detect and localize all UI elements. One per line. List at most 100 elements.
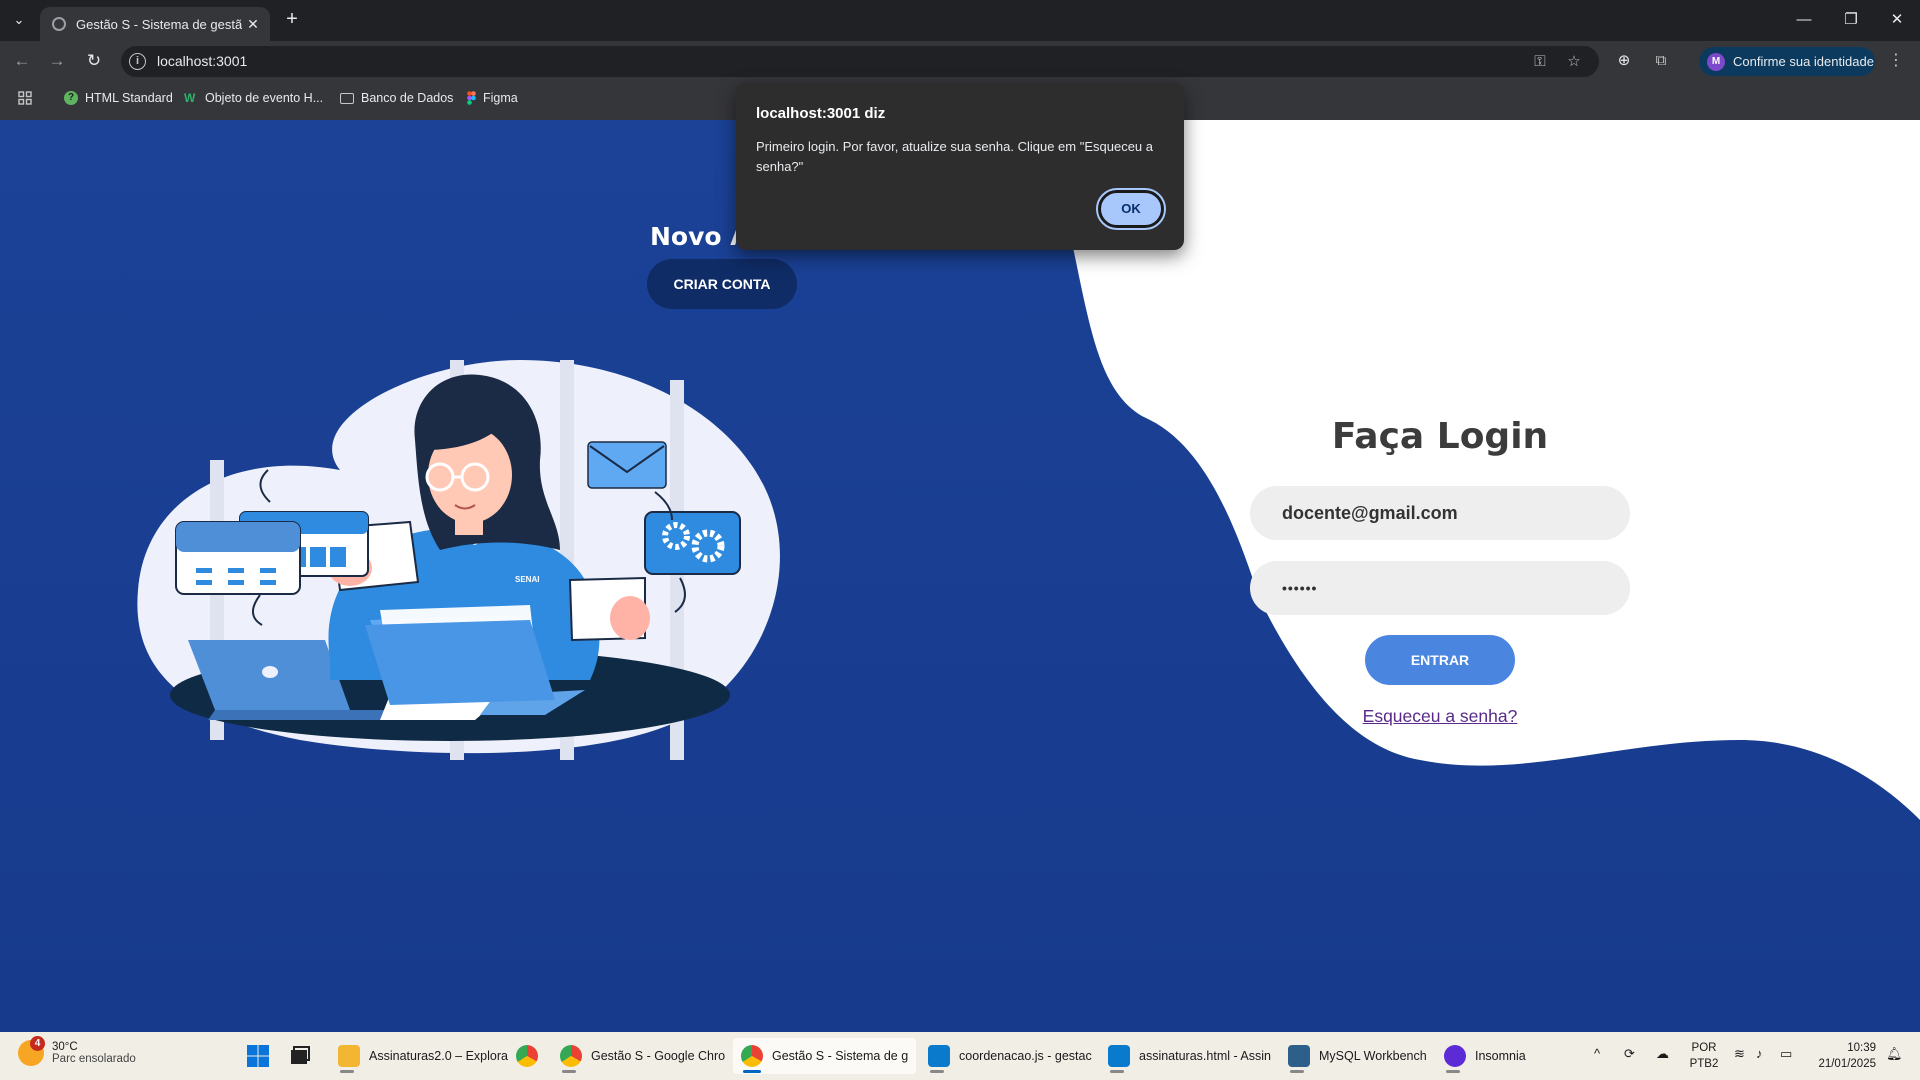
bookmark-label: Figma xyxy=(483,91,518,105)
folder-icon xyxy=(338,1045,360,1067)
new-account-title: Novo A xyxy=(650,222,750,251)
profile-label: Confirme sua identidade xyxy=(1733,54,1874,69)
avatar: M xyxy=(1707,52,1725,71)
window-close-icon[interactable]: ✕ xyxy=(1882,8,1912,32)
taskbar-app-vscode-2[interactable]: assinaturas.html - Assin xyxy=(1100,1038,1279,1074)
clock-time: 10:39 xyxy=(1847,1042,1876,1054)
login-title: Faça Login xyxy=(1331,416,1549,457)
running-indicator xyxy=(930,1070,944,1073)
weather-temp: 30°C xyxy=(52,1041,78,1053)
bookmark-html-standard[interactable]: ? HTML Standard xyxy=(64,91,173,105)
taskbar-app-label: Insomnia xyxy=(1475,1049,1526,1063)
taskbar-app-label: Gestão S - Google Chro xyxy=(591,1049,726,1063)
sync-icon[interactable]: ⟳ xyxy=(1624,1046,1635,1062)
apps-grid-icon[interactable] xyxy=(18,91,32,105)
forward-arrow-icon[interactable]: → xyxy=(45,49,69,73)
taskbar-app-insomnia[interactable]: Insomnia xyxy=(1436,1038,1534,1074)
running-indicator xyxy=(1290,1070,1304,1073)
start-button[interactable] xyxy=(238,1038,278,1074)
wifi-icon[interactable]: ≋ xyxy=(1734,1046,1745,1062)
site-info-icon[interactable]: i xyxy=(129,53,146,70)
tray-chevron-icon[interactable]: ^ xyxy=(1594,1046,1600,1061)
url-text[interactable]: localhost:3001 xyxy=(157,53,247,69)
chrome-profile-icon xyxy=(560,1045,582,1067)
windows-taskbar: 4 30°C Parc ensolarado Assinaturas2.0 – … xyxy=(0,1032,1920,1080)
running-indicator xyxy=(1446,1070,1460,1073)
create-account-button[interactable]: CRIAR CONTA xyxy=(647,259,797,309)
lang-line1: POR xyxy=(1691,1042,1717,1054)
dialog-message: Primeiro login. Por favor, atualize sua … xyxy=(756,139,1153,174)
browser-toolbar: ← → ↻ i localhost:3001 ⚿ ☆ ⊕ ⧉ M Confirm… xyxy=(0,41,1920,81)
help-circle-icon: ? xyxy=(64,91,78,105)
reload-icon[interactable]: ↻ xyxy=(82,49,106,73)
cloud-off-icon[interactable]: ☁ xyxy=(1656,1046,1669,1062)
dialog-title: localhost:3001 diz xyxy=(756,105,886,122)
task-view-icon xyxy=(291,1046,310,1064)
taskbar-app-mysql[interactable]: MySQL Workbench xyxy=(1280,1038,1435,1074)
email-field[interactable]: docente@gmail.com xyxy=(1250,486,1630,540)
bookmark-objeto-evento[interactable]: W Objeto de evento H... xyxy=(184,91,323,105)
extension-plus-icon[interactable]: ⊕ xyxy=(1613,50,1635,72)
tab-close-icon[interactable]: ✕ xyxy=(242,16,264,33)
illustration-badge: SENAI xyxy=(515,575,539,584)
minimize-icon[interactable]: — xyxy=(1789,8,1819,32)
language-indicator[interactable]: POR PTB2 xyxy=(1688,1040,1720,1072)
running-indicator xyxy=(562,1070,576,1073)
windows-logo-icon xyxy=(247,1045,269,1067)
extensions-puzzle-icon[interactable]: ⧉ xyxy=(1650,50,1672,72)
task-view-button[interactable] xyxy=(280,1038,320,1074)
dialog-ok-button[interactable]: OK xyxy=(1096,188,1166,230)
bookmark-figma[interactable]: Figma xyxy=(467,91,518,105)
login-button[interactable]: ENTRAR xyxy=(1365,635,1515,685)
battery-icon[interactable]: ▭ xyxy=(1780,1046,1792,1062)
sun-cloud-icon: 4 xyxy=(18,1036,45,1066)
weather-badge: 4 xyxy=(30,1036,45,1051)
volume-icon[interactable]: ♪ xyxy=(1756,1046,1763,1061)
bookmark-label: HTML Standard xyxy=(85,91,173,105)
alert-dialog: localhost:3001 diz Primeiro login. Por f… xyxy=(736,83,1184,250)
running-indicator xyxy=(1110,1070,1124,1073)
vscode-icon xyxy=(1108,1045,1130,1067)
profile-button[interactable]: M Confirme sua identidade xyxy=(1699,47,1875,76)
weather-widget[interactable]: 4 30°C Parc ensolarado xyxy=(18,1036,136,1066)
folder-icon xyxy=(340,93,354,104)
chrome-icon xyxy=(516,1045,538,1067)
taskbar-app-chrome[interactable] xyxy=(508,1038,546,1074)
bookmark-banco-dados[interactable]: Banco de Dados xyxy=(340,91,453,105)
running-indicator xyxy=(743,1070,761,1073)
tab-search-chevron-icon[interactable]: ⌄ xyxy=(6,8,32,32)
tab-strip: ⌄ Gestão S - Sistema de gestão ✕ + — ❐ ✕ xyxy=(0,0,1920,41)
mysql-workbench-icon xyxy=(1288,1045,1310,1067)
taskbar-app-label: assinaturas.html - Assin xyxy=(1139,1049,1271,1063)
menu-kebab-icon[interactable]: ⋮ xyxy=(1888,50,1904,70)
password-field[interactable]: •••••• xyxy=(1250,561,1630,615)
forgot-password-link[interactable]: Esqueceu a senha? xyxy=(1250,706,1630,727)
taskbar-app-chrome-profile[interactable]: Gestão S - Google Chro xyxy=(552,1038,733,1074)
background-shapes: SENAI xyxy=(0,120,1920,1032)
tab-favicon-icon xyxy=(52,17,66,31)
insomnia-icon xyxy=(1444,1045,1466,1067)
vscode-icon xyxy=(928,1045,950,1067)
restore-icon[interactable]: ❐ xyxy=(1836,8,1866,32)
running-indicator xyxy=(340,1070,354,1073)
taskbar-app-label: Assinaturas2.0 – Explora xyxy=(369,1049,508,1063)
password-key-icon[interactable]: ⚿ xyxy=(1530,52,1550,72)
tab-title: Gestão S - Sistema de gestão xyxy=(76,16,242,32)
bookmark-star-icon[interactable]: ☆ xyxy=(1564,52,1584,72)
new-tab-plus-icon[interactable]: + xyxy=(280,8,304,32)
notification-bell-icon[interactable]: 🔔︎ xyxy=(1886,1046,1903,1062)
taskbar-app-chrome-active[interactable]: Gestão S - Sistema de g xyxy=(733,1038,917,1074)
taskbar-app-label: MySQL Workbench xyxy=(1319,1049,1427,1063)
weather-desc: Parc ensolarado xyxy=(52,1053,136,1065)
taskbar-app-vscode-1[interactable]: coordenacao.js - gestac xyxy=(920,1038,1100,1074)
address-bar[interactable]: i localhost:3001 ⚿ ☆ xyxy=(121,46,1599,77)
bookmark-label: Banco de Dados xyxy=(361,91,454,105)
back-arrow-icon[interactable]: ← xyxy=(10,49,34,73)
active-tab[interactable]: Gestão S - Sistema de gestão ✕ xyxy=(40,7,270,41)
figma-icon xyxy=(467,91,476,105)
taskbar-app-explorer[interactable]: Assinaturas2.0 – Explora xyxy=(330,1038,516,1074)
bookmark-label: Objeto de evento H... xyxy=(205,91,324,105)
clock[interactable]: 10:39 21/01/2025 xyxy=(1812,1040,1876,1072)
taskbar-app-label: coordenacao.js - gestac xyxy=(959,1049,1092,1063)
chrome-profile-icon xyxy=(741,1045,763,1067)
